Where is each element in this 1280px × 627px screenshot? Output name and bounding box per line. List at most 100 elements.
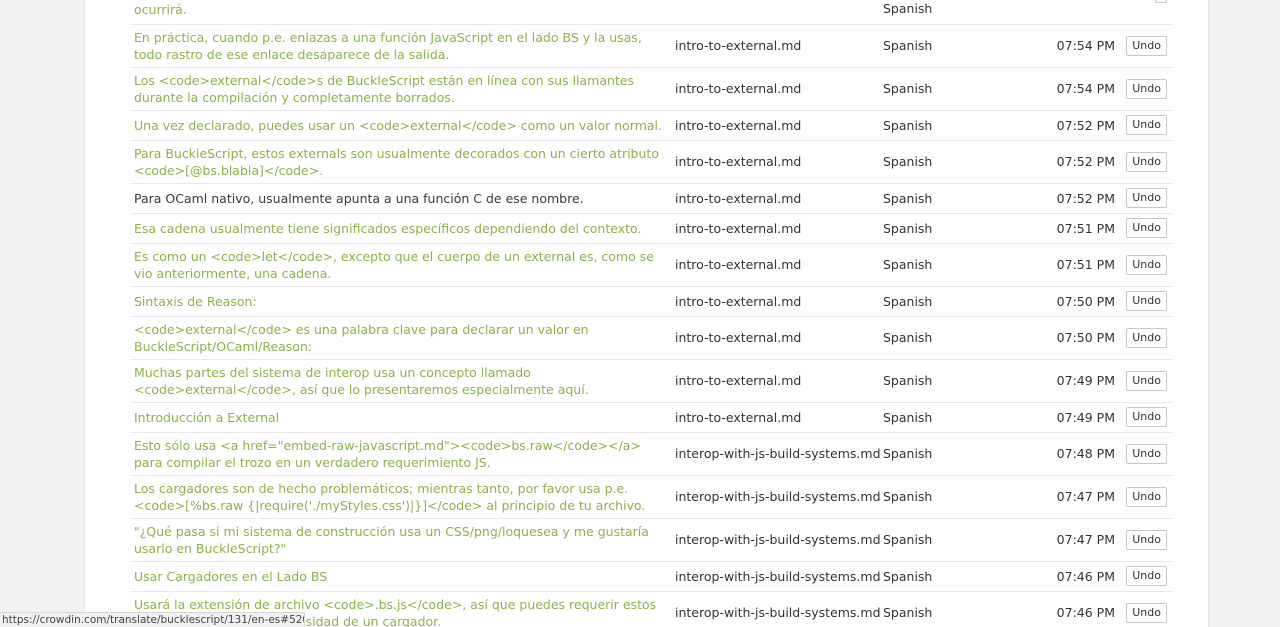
source-string-link[interactable]: Esto sólo usa <a href="embed-raw-javascr… <box>134 437 668 471</box>
language-cell: Spanish <box>883 605 933 620</box>
undo-button[interactable]: Undo <box>1126 255 1167 275</box>
time-cell: 07:51 PM <box>1056 221 1115 236</box>
undo-button[interactable]: Undo <box>1126 115 1167 135</box>
table-row: <code>external</code> es una palabra cla… <box>130 317 1173 360</box>
language-cell: Spanish <box>883 38 933 53</box>
file-name-cell: intro-to-external.md <box>675 118 802 133</box>
source-string-link[interactable]: ocurrirá. <box>134 1 668 18</box>
undo-button[interactable]: Undo <box>1126 291 1167 311</box>
language-cell: Spanish <box>883 154 933 169</box>
file-name-cell: intro-to-external.md <box>675 257 802 272</box>
table-row: Usar Cargadores en el Lado BS interop-wi… <box>130 562 1173 592</box>
time-cell: 07:52 PM <box>1056 118 1115 133</box>
source-string-link[interactable]: Para OCaml nativo, usualmente apunta a u… <box>134 190 668 207</box>
file-name-cell: interop-with-js-build-systems.md <box>675 532 881 547</box>
undo-button[interactable]: Undo <box>1126 566 1167 586</box>
source-string-link[interactable]: En práctica, cuando p.e. enlazas a una f… <box>134 29 668 63</box>
undo-button[interactable]: Undo <box>1126 328 1167 348</box>
language-cell: Spanish <box>883 191 933 206</box>
table-row: Es como un <code>let</code>, excepto que… <box>130 244 1173 287</box>
time-cell: 07:46 PM <box>1056 569 1115 584</box>
undo-button[interactable]: Undo <box>1126 188 1167 208</box>
source-string-link[interactable]: Muchas partes del sistema de interop usa… <box>134 364 668 398</box>
file-name-cell: intro-to-external.md <box>675 410 802 425</box>
source-string-link[interactable]: Para BuckleScript, estos externals son u… <box>134 145 668 179</box>
table-row: Una vez declarado, puedes usar un <code>… <box>130 111 1173 141</box>
language-cell: Spanish <box>883 118 933 133</box>
source-string-link[interactable]: Sintaxis de Reason: <box>134 293 668 310</box>
language-cell: Spanish <box>883 410 933 425</box>
table-row: ocurrirá. Spanish <box>130 0 1173 25</box>
undo-button[interactable]: Undo <box>1126 487 1167 507</box>
language-cell: Spanish <box>883 532 933 547</box>
time-cell: 07:50 PM <box>1056 294 1115 309</box>
file-name-cell: intro-to-external.md <box>675 330 802 345</box>
undo-button[interactable]: Undo <box>1126 407 1167 427</box>
source-string-link[interactable]: "¿Qué pasa si mi sistema de construcción… <box>134 523 668 557</box>
file-name-cell: intro-to-external.md <box>675 81 802 96</box>
time-cell: 07:46 PM <box>1056 605 1115 620</box>
browser-status-url: https://crowdin.com/translate/bucklescri… <box>0 612 305 627</box>
source-string-link[interactable]: Usar Cargadores en el Lado BS <box>134 568 668 585</box>
translations-panel: ocurrirá. Spanish En práctica, cuando p.… <box>84 0 1209 627</box>
table-row: Para OCaml nativo, usualmente apunta a u… <box>130 184 1173 214</box>
time-cell: 07:52 PM <box>1056 191 1115 206</box>
table-row: Para BuckleScript, estos externals son u… <box>130 141 1173 184</box>
source-string-link[interactable]: Esa cadena usualmente tiene significados… <box>134 220 668 237</box>
file-name-cell: intro-to-external.md <box>675 191 802 206</box>
undo-button[interactable]: Undo <box>1126 152 1167 172</box>
time-cell: 07:49 PM <box>1056 373 1115 388</box>
file-name-cell: interop-with-js-build-systems.md <box>675 569 881 584</box>
language-cell: Spanish <box>883 294 933 309</box>
language-cell: Spanish <box>883 330 933 345</box>
language-cell: Spanish <box>883 446 933 461</box>
file-name-cell: intro-to-external.md <box>675 221 802 236</box>
undo-button[interactable]: Undo <box>1126 603 1167 623</box>
file-name-cell: intro-to-external.md <box>675 373 802 388</box>
time-cell: 07:50 PM <box>1056 330 1115 345</box>
source-string-link[interactable]: Es como un <code>let</code>, excepto que… <box>134 248 668 282</box>
table-row: Los <code>external</code>s de BuckleScri… <box>130 68 1173 111</box>
time-cell: 07:51 PM <box>1056 257 1115 272</box>
source-string-link[interactable]: Los cargadores son de hecho problemático… <box>134 480 668 514</box>
time-cell: 07:54 PM <box>1056 38 1115 53</box>
table-row: En práctica, cuando p.e. enlazas a una f… <box>130 25 1173 68</box>
undo-button[interactable]: Undo <box>1126 444 1167 464</box>
source-string-link[interactable]: Los <code>external</code>s de BuckleScri… <box>134 72 668 106</box>
language-cell: Spanish <box>883 569 933 584</box>
time-cell: 07:54 PM <box>1056 81 1115 96</box>
file-name-cell: interop-with-js-build-systems.md <box>675 446 881 461</box>
table-row: Muchas partes del sistema de interop usa… <box>130 360 1173 403</box>
file-name-cell: intro-to-external.md <box>675 38 802 53</box>
undo-button[interactable]: Undo <box>1126 36 1167 56</box>
file-name-cell: intro-to-external.md <box>675 294 802 309</box>
table-row: Los cargadores son de hecho problemático… <box>130 476 1173 519</box>
table-row: Sintaxis de Reason: intro-to-external.md… <box>130 287 1173 317</box>
source-string-link[interactable]: Una vez declarado, puedes usar un <code>… <box>134 117 668 134</box>
table-row: Esto sólo usa <a href="embed-raw-javascr… <box>130 433 1173 476</box>
time-cell: 07:47 PM <box>1056 532 1115 547</box>
time-cell: 07:52 PM <box>1056 154 1115 169</box>
time-cell: 07:49 PM <box>1056 410 1115 425</box>
language-cell: Spanish <box>883 1 933 16</box>
language-cell: Spanish <box>883 373 933 388</box>
undo-button[interactable]: Undo <box>1126 218 1167 238</box>
table-row: Introducción a External intro-to-externa… <box>130 403 1173 433</box>
undo-button[interactable]: Undo <box>1126 371 1167 391</box>
language-cell: Spanish <box>883 81 933 96</box>
file-name-cell: interop-with-js-build-systems.md <box>675 605 881 620</box>
file-name-cell: interop-with-js-build-systems.md <box>675 489 881 504</box>
language-cell: Spanish <box>883 489 933 504</box>
table-row: Esa cadena usualmente tiene significados… <box>130 214 1173 244</box>
time-cell: 07:48 PM <box>1056 446 1115 461</box>
source-string-link[interactable]: Introducción a External <box>134 409 668 426</box>
undo-button[interactable]: Undo <box>1126 530 1167 550</box>
language-cell: Spanish <box>883 221 933 236</box>
language-cell: Spanish <box>883 257 933 272</box>
file-name-cell: intro-to-external.md <box>675 154 802 169</box>
undo-button[interactable] <box>1155 0 1167 3</box>
source-string-link[interactable]: <code>external</code> es una palabra cla… <box>134 321 668 355</box>
table-row: "¿Qué pasa si mi sistema de construcción… <box>130 519 1173 562</box>
undo-button[interactable]: Undo <box>1126 79 1167 99</box>
time-cell: 07:47 PM <box>1056 489 1115 504</box>
